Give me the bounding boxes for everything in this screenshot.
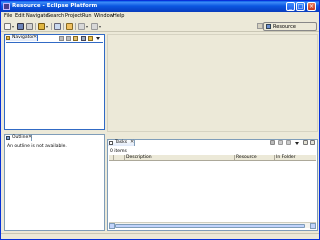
collapse-all-icon[interactable] bbox=[81, 36, 86, 41]
minimize-icon[interactable]: _ bbox=[286, 2, 295, 11]
search-dropdown-icon[interactable] bbox=[46, 26, 48, 28]
close-icon[interactable]: × bbox=[307, 2, 316, 11]
new-icon[interactable] bbox=[4, 23, 11, 30]
forward-icon[interactable] bbox=[91, 23, 98, 30]
column-header-description[interactable]: Description bbox=[125, 155, 235, 161]
eclipse-icon bbox=[3, 3, 10, 10]
view-menu-icon[interactable] bbox=[295, 142, 299, 145]
tab-outline[interactable]: Outline ✕ bbox=[4, 134, 32, 141]
back-icon[interactable] bbox=[78, 23, 85, 30]
tasks-table[interactable]: Description Resource In Folder bbox=[109, 155, 316, 221]
menu-help[interactable]: Help bbox=[113, 13, 124, 19]
forward-dropdown-icon[interactable] bbox=[99, 26, 101, 28]
back-icon[interactable] bbox=[59, 36, 64, 41]
toolbar-separator bbox=[75, 23, 76, 30]
maximize-icon[interactable]: □ bbox=[296, 2, 305, 11]
outline-icon bbox=[6, 136, 10, 140]
close-icon[interactable]: ✕ bbox=[33, 34, 37, 40]
menu-bar: File Edit Navigate Search Project Run Wi… bbox=[1, 12, 319, 21]
filter-icon[interactable] bbox=[286, 140, 291, 145]
editor-area[interactable] bbox=[107, 34, 318, 132]
close-icon[interactable]: ✕ bbox=[130, 139, 134, 145]
toolbar-separator bbox=[51, 23, 52, 30]
perspective-label: Resource bbox=[273, 24, 296, 30]
close-icon[interactable]: ✕ bbox=[28, 134, 32, 140]
view-menu-icon[interactable] bbox=[96, 37, 100, 40]
navigator-tab-label: Navigator bbox=[12, 35, 35, 40]
column-header-priority[interactable] bbox=[114, 155, 125, 161]
toolbar-separator bbox=[35, 23, 36, 30]
up-icon[interactable] bbox=[73, 36, 78, 41]
status-bar bbox=[1, 233, 319, 239]
menu-edit[interactable]: Edit bbox=[15, 13, 25, 19]
menu-navigate[interactable]: Navigate bbox=[26, 13, 48, 19]
print-icon[interactable] bbox=[26, 23, 33, 30]
menu-search[interactable]: Search bbox=[47, 13, 64, 19]
navigator-icon bbox=[6, 36, 10, 40]
menu-window[interactable]: Window bbox=[94, 13, 114, 19]
tasks-view[interactable]: 0 items Description Resource In Folder bbox=[107, 139, 318, 231]
back-dropdown-icon[interactable] bbox=[86, 26, 88, 28]
menu-project[interactable]: Project bbox=[65, 13, 82, 19]
delete-icon[interactable] bbox=[278, 140, 283, 145]
table-header: Description Resource In Folder bbox=[109, 155, 316, 161]
pin-icon[interactable] bbox=[54, 23, 61, 30]
column-header-resource[interactable]: Resource bbox=[235, 155, 275, 161]
horizontal-scrollbar[interactable] bbox=[109, 222, 316, 229]
column-header-in-folder[interactable]: In Folder bbox=[275, 155, 316, 161]
tab-tasks[interactable]: Tasks ✕ bbox=[107, 139, 135, 146]
tab-navigator[interactable]: Navigator ✕ bbox=[4, 34, 38, 41]
tasks-tab-label: Tasks bbox=[115, 140, 128, 145]
tasks-icon bbox=[109, 141, 113, 145]
title-bar[interactable]: Resource - Eclipse Platform _ □ × bbox=[1, 1, 319, 12]
menu-file[interactable]: File bbox=[4, 13, 12, 19]
scrollbar-thumb[interactable] bbox=[115, 224, 305, 228]
open-type-icon[interactable] bbox=[66, 23, 73, 30]
outline-view[interactable]: An outline is not available. bbox=[4, 134, 105, 231]
maximize-view-icon[interactable] bbox=[310, 140, 315, 145]
eclipse-window: Resource - Eclipse Platform _ □ × File E… bbox=[0, 0, 320, 240]
scroll-right-icon[interactable] bbox=[310, 223, 316, 229]
link-editor-icon[interactable] bbox=[88, 36, 93, 41]
resource-perspective-icon bbox=[266, 24, 271, 29]
navigator-header-line bbox=[6, 42, 103, 43]
outline-tab-label: Outline bbox=[12, 135, 29, 140]
forward-icon[interactable] bbox=[66, 36, 71, 41]
window-title: Resource - Eclipse Platform bbox=[12, 3, 98, 9]
minimize-view-icon[interactable] bbox=[303, 140, 308, 145]
outline-message: An outline is not available. bbox=[7, 144, 67, 149]
tasks-count: 0 items bbox=[110, 149, 127, 154]
save-icon[interactable] bbox=[17, 23, 24, 30]
menu-run[interactable]: Run bbox=[82, 13, 92, 19]
perspective-switcher[interactable]: Resource bbox=[263, 22, 317, 31]
navigator-view[interactable] bbox=[4, 34, 105, 130]
search-icon[interactable] bbox=[38, 23, 45, 30]
new-dropdown-icon[interactable] bbox=[12, 26, 14, 28]
toolbar-separator bbox=[63, 23, 64, 30]
new-task-icon[interactable] bbox=[270, 140, 275, 145]
